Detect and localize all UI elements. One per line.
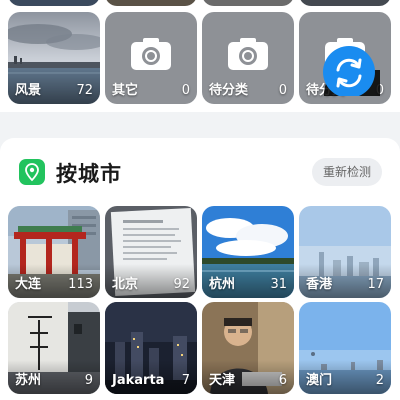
album-tile-other[interactable]: 其它 0 [105,12,197,104]
camera-icon [131,38,171,70]
album-label: 澳门 [306,373,333,388]
redetect-button[interactable]: 重新检测 [312,158,382,186]
album-label: 大连 [15,277,42,292]
album-tile-unclassified[interactable]: 待分类 0 [202,12,294,104]
album-label: 杭州 [209,277,236,292]
album-label: 香港 [306,277,333,292]
album-count: 0 [181,83,190,98]
album-label: 苏州 [15,373,42,388]
album-label: 风景 [15,83,42,98]
album-count: 31 [270,277,287,292]
album-tile-landscape[interactable]: 风景 72 [8,12,100,104]
section-title: 按城市 [56,162,122,186]
album-label: 北京 [112,277,139,292]
album-count: 9 [84,373,93,388]
sync-icon[interactable] [318,46,380,96]
album-label: 其它 [112,83,139,98]
album-screen: 风景 72 其它 0 待分类 0 按城市 重新检测 大连 113 北京 92 杭… [0,0,400,400]
album-tile-city-tianjin[interactable]: 天津 6 [202,302,294,394]
album-tile-city-jakarta[interactable]: Jakarta 7 [105,302,197,394]
album-count: 92 [173,277,190,292]
camera-icon [228,38,268,70]
previous-album-tile[interactable] [8,0,100,6]
album-tile-city-beijing[interactable]: 北京 92 [105,206,197,298]
previous-album-tile[interactable] [299,0,391,6]
album-count: 7 [181,373,190,388]
album-tile-city-hongkong[interactable]: 香港 17 [299,206,391,298]
album-tile-city-macau[interactable]: 澳门 2 [299,302,391,394]
album-count: 17 [367,277,384,292]
album-tile-city-suzhou[interactable]: 苏州 9 [8,302,100,394]
previous-album-tile[interactable] [202,0,294,6]
album-tile-city-hangzhou[interactable]: 杭州 31 [202,206,294,298]
album-label: Jakarta [112,373,165,388]
album-count: 72 [76,83,93,98]
album-count: 0 [278,83,287,98]
album-tile-city-dalian[interactable]: 大连 113 [8,206,100,298]
location-pin-icon [19,159,45,185]
previous-row-edge [8,0,392,6]
album-count: 2 [375,373,384,388]
album-count: 6 [278,373,287,388]
album-count: 113 [68,277,93,292]
previous-album-tile[interactable] [105,0,197,6]
album-label: 天津 [209,373,236,388]
album-label: 待分类 [209,83,249,98]
category-section: 风景 72 其它 0 待分类 0 [0,0,400,112]
